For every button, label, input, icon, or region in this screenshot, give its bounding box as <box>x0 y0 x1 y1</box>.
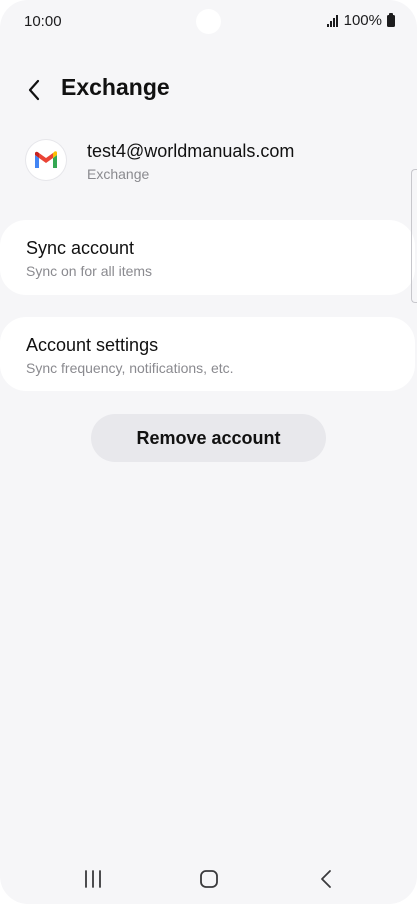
status-indicators: 100% <box>326 12 395 29</box>
back-arrow-icon <box>28 79 40 101</box>
account-email: test4@worldmanuals.com <box>87 141 295 161</box>
app-header: Exchange <box>0 64 417 112</box>
scrollbar[interactable] <box>411 169 417 303</box>
remove-account-button[interactable]: Remove account <box>91 414 326 462</box>
home-icon <box>200 870 218 888</box>
home-button[interactable] <box>191 866 227 892</box>
recents-icon <box>85 870 101 888</box>
exchange-account-screen: 10:00 100% Exchange test4@worldmanuals.c… <box>0 0 417 904</box>
account-type: Exchange <box>87 166 150 182</box>
account-header: test4@worldmanuals.com Exchange <box>0 136 417 188</box>
battery-icon <box>387 12 395 27</box>
nav-back-button[interactable] <box>308 866 344 892</box>
account-settings-title: Account settings <box>26 335 159 355</box>
account-settings-subtitle: Sync frequency, notifications, etc. <box>26 360 234 376</box>
sync-account-subtitle: Sync on for all items <box>26 263 153 279</box>
page-title: Exchange <box>61 74 170 100</box>
back-button[interactable] <box>18 74 50 106</box>
recents-button[interactable] <box>75 866 111 892</box>
gmail-icon <box>26 140 66 180</box>
navigation-bar <box>0 856 417 904</box>
sync-account-title: Sync account <box>26 238 135 258</box>
back-icon <box>321 870 331 888</box>
camera-cutout <box>196 9 221 34</box>
status-time: 10:00 <box>24 13 62 30</box>
signal-icon <box>326 14 338 27</box>
status-bar: 10:00 100% <box>0 0 417 44</box>
sync-account-item[interactable]: Sync account Sync on for all items <box>0 220 415 295</box>
battery-level: 100% <box>343 12 382 29</box>
account-settings-item[interactable]: Account settings Sync frequency, notific… <box>0 317 415 391</box>
